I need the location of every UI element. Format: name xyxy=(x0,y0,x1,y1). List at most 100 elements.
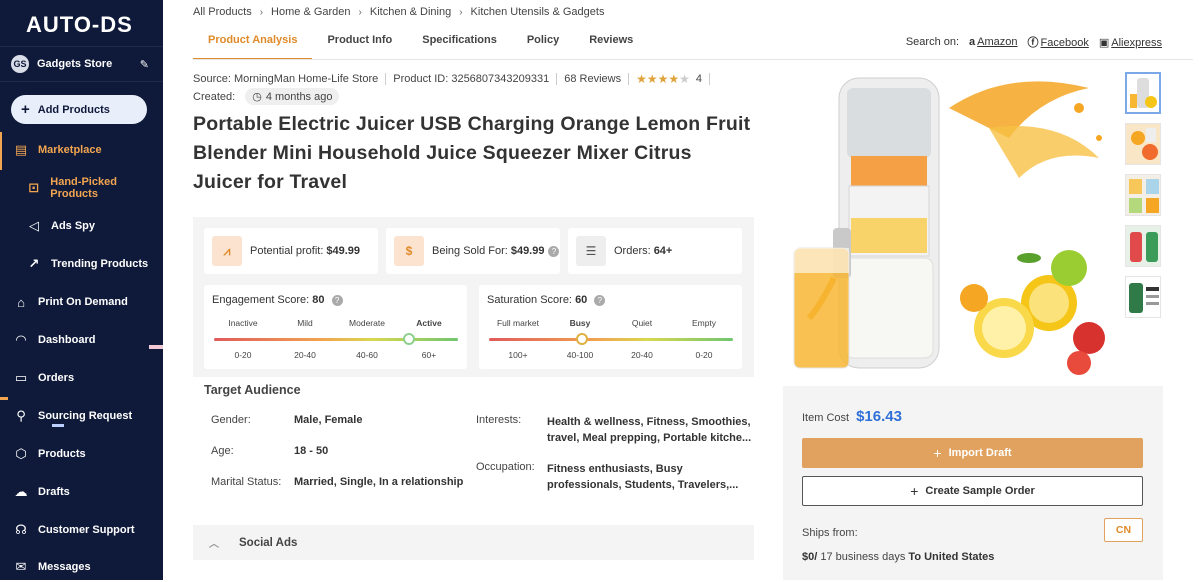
product-meta: Source: MorningMan Home-Life Store Produ… xyxy=(193,72,717,86)
sidebar-item-label: Products xyxy=(38,448,86,460)
sidebar-item-hand-picked[interactable]: ⊡ Hand-Picked Products xyxy=(0,173,163,203)
help-icon[interactable]: ? xyxy=(331,295,343,306)
range-label: 20-40 xyxy=(631,350,653,360)
import-draft-button[interactable]: + Import Draft xyxy=(802,438,1143,468)
tab-product-analysis[interactable]: Product Analysis xyxy=(193,26,313,60)
created-badge: ◷ 4 months ago xyxy=(245,88,340,105)
store-icon: ▤ xyxy=(14,142,28,157)
decorative-mark xyxy=(0,397,8,400)
sidebar-item-products[interactable]: ⬡ Products xyxy=(0,439,163,469)
breadcrumb: All Products › Home & Garden › Kitchen &… xyxy=(193,6,604,18)
help-icon[interactable]: ? xyxy=(548,245,560,257)
clock-icon: ◷ xyxy=(252,91,262,103)
gender-value: Male, Female xyxy=(294,414,363,426)
create-sample-order-button[interactable]: + Create Sample Order xyxy=(802,476,1143,506)
plus-icon: + xyxy=(910,483,919,499)
aliexpress-link[interactable]: Aliexpress xyxy=(1111,37,1162,49)
range-label: 40-100 xyxy=(566,350,594,360)
sidebar-item-print-on-demand[interactable]: ⌂ Print On Demand xyxy=(0,287,163,317)
envelope-icon: ✉ xyxy=(15,559,27,574)
scale-label: Empty xyxy=(691,318,717,328)
search-on: Search on: a Amazon ⓕ Facebook ▣ Aliexpress xyxy=(906,34,1162,50)
product-main-image[interactable] xyxy=(779,68,1113,378)
engagement-label: Engagement Score: 80 ? xyxy=(212,294,343,306)
thumbnail-4[interactable] xyxy=(1125,225,1161,267)
add-products-label: Add Products xyxy=(37,103,110,116)
breadcrumb-item[interactable]: All Products xyxy=(193,6,252,18)
cloud-upload-icon: ☁ xyxy=(14,484,28,499)
thumbnail-3[interactable] xyxy=(1125,174,1161,216)
sidebar-item-label: Dashboard xyxy=(38,334,96,346)
occupation-label: Occupation: xyxy=(476,461,535,473)
search-person-icon: ⚲ xyxy=(16,408,26,423)
gender-label: Gender: xyxy=(211,414,251,426)
tab-policy[interactable]: Policy xyxy=(512,26,574,60)
social-ads-accordion[interactable]: ︿ Social Ads xyxy=(193,525,754,560)
facebook-link[interactable]: Facebook xyxy=(1041,37,1089,49)
sidebar-item-orders[interactable]: ▭ Orders xyxy=(0,363,163,393)
tab-reviews[interactable]: Reviews xyxy=(574,26,648,60)
plus-icon: + xyxy=(933,445,942,461)
receipt-icon: ☰ xyxy=(576,236,606,266)
profit-label: Potential profit: xyxy=(250,245,324,257)
add-products-button[interactable]: + Add Products xyxy=(11,95,147,124)
scale-label: Active xyxy=(416,318,442,328)
engagement-score: Engagement Score: 80 ? Inactive Mild Mod… xyxy=(204,285,467,369)
scale-label: Full market xyxy=(496,318,540,328)
range-label: 60+ xyxy=(421,350,437,360)
being-sold-card: $ Being Sold For: $49.99 ? xyxy=(386,228,560,274)
autods-logo[interactable]: AUTO-DS xyxy=(26,12,133,38)
breadcrumb-item[interactable]: Kitchen & Dining xyxy=(370,6,451,18)
sidebar-item-customer-support[interactable]: ☊ Customer Support xyxy=(0,515,163,545)
sidebar-item-drafts[interactable]: ☁ Drafts xyxy=(0,477,163,507)
aliexpress-icon: ▣ xyxy=(1098,36,1110,49)
saturation-knob xyxy=(575,333,588,345)
tab-product-info[interactable]: Product Info xyxy=(312,26,407,60)
main-content: All Products › Home & Garden › Kitchen &… xyxy=(163,0,1200,580)
tab-divider xyxy=(193,59,1193,60)
marital-label: Marital Status: xyxy=(211,476,282,488)
thumbnail-1[interactable] xyxy=(1125,72,1161,114)
product-id: Product ID: 3256807343209331 xyxy=(393,73,550,85)
orders-value: 64+ xyxy=(653,245,673,257)
shop-icon: ⌂ xyxy=(17,294,25,310)
sidebar-item-messages[interactable]: ✉ Messages xyxy=(0,552,163,582)
interests-label: Interests: xyxy=(476,414,522,426)
store-name: Gadgets Store xyxy=(37,58,113,70)
sidebar-item-label: Sourcing Request xyxy=(38,410,133,422)
sidebar-item-label: Marketplace xyxy=(38,144,102,156)
breadcrumb-item[interactable]: Kitchen Utensils & Gadgets xyxy=(471,6,605,18)
divider xyxy=(709,73,710,85)
sidebar-item-marketplace[interactable]: ▤ Marketplace xyxy=(0,135,163,165)
thumbnail-strip xyxy=(1125,72,1162,327)
country-select[interactable]: CN xyxy=(1104,518,1143,542)
help-icon[interactable]: ? xyxy=(594,295,606,306)
saturation-ranges: 100+ 40-100 20-40 0-20 xyxy=(487,350,735,360)
orders-card: ☰ Orders: 64+ xyxy=(568,228,742,274)
sidebar-item-sourcing-request[interactable]: ⚲ Sourcing Request xyxy=(0,401,163,431)
saturation-value: 60 xyxy=(575,294,588,306)
thumbnail-2[interactable] xyxy=(1125,123,1161,165)
box-icon: ⬡ xyxy=(15,446,27,461)
tab-specifications[interactable]: Specifications xyxy=(407,26,512,60)
divider xyxy=(385,73,387,85)
plus-icon: + xyxy=(21,101,30,118)
store-selector[interactable]: GS Gadgets Store ✎ xyxy=(0,46,163,82)
store-avatar: GS xyxy=(11,55,29,73)
sidebar: AUTO-DS GS Gadgets Store ✎ + Add Product… xyxy=(0,0,163,580)
saturation-bar xyxy=(489,338,733,341)
sidebar-item-dashboard[interactable]: ◠ Dashboard xyxy=(0,325,163,355)
amazon-icon: a xyxy=(969,36,976,48)
star-box-icon: ⊡ xyxy=(28,180,40,195)
edit-pencil-icon[interactable]: ✎ xyxy=(140,58,149,71)
review-count[interactable]: 68 Reviews xyxy=(564,73,621,85)
source-store[interactable]: Source: MorningMan Home-Life Store xyxy=(193,73,378,85)
engagement-scale: Inactive Mild Moderate Active xyxy=(212,318,460,328)
amazon-link[interactable]: Amazon xyxy=(977,36,1017,48)
headset-icon: ☊ xyxy=(15,522,27,537)
breadcrumb-item[interactable]: Home & Garden xyxy=(271,6,350,18)
thumbnail-5[interactable] xyxy=(1125,276,1161,318)
sidebar-item-trending[interactable]: ↗ Trending Products xyxy=(0,249,163,279)
decorative-mark xyxy=(149,345,163,349)
sidebar-item-ads-spy[interactable]: ◁ Ads Spy xyxy=(0,211,163,241)
